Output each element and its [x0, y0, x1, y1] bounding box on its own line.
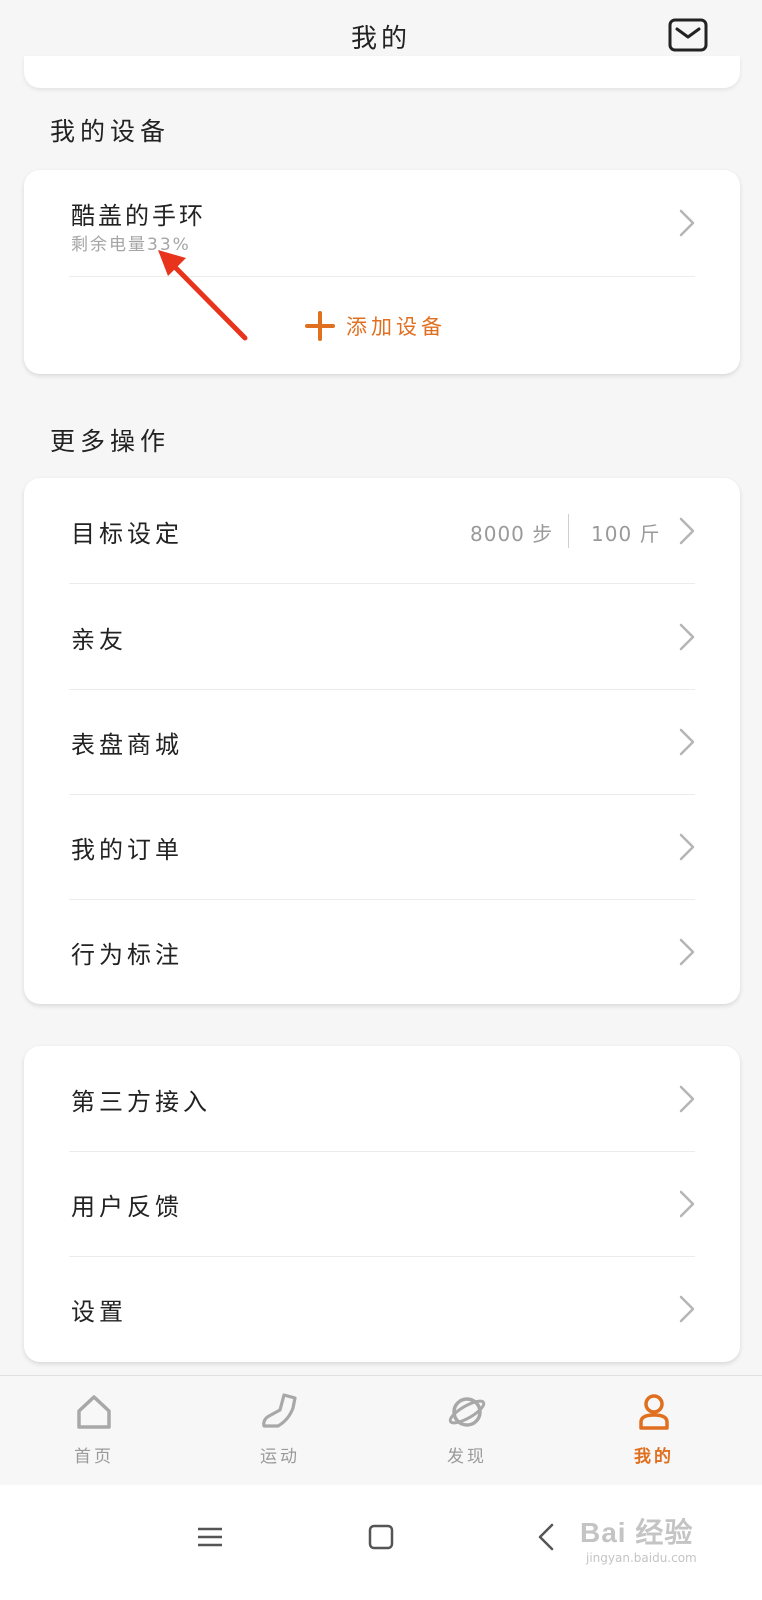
row-label: 用户反馈: [71, 1193, 183, 1221]
page-title: 我的: [350, 24, 411, 54]
row-watchface-store[interactable]: 表盘商城: [24, 689, 740, 795]
system-nav-bar: Bai 经验 jingyan.baidu.com: [0, 1485, 762, 1600]
tab-label: 首页: [74, 1447, 114, 1467]
plus-icon: [305, 311, 335, 341]
extra-actions-card: 第三方接入 用户反馈 设置: [24, 1046, 740, 1362]
chevron-right-icon: [678, 208, 696, 238]
chevron-right-icon: [678, 937, 696, 967]
row-third-party[interactable]: 第三方接入: [24, 1046, 740, 1152]
row-label: 设置: [71, 1298, 127, 1326]
tab-label: 我的: [634, 1447, 674, 1467]
chevron-right-icon: [678, 622, 696, 652]
mail-button[interactable]: [668, 18, 708, 52]
row-friends[interactable]: 亲友: [24, 584, 740, 690]
row-label: 目标设定: [71, 520, 183, 548]
mail-icon: [668, 18, 708, 52]
tab-me[interactable]: 我的: [594, 1376, 714, 1486]
row-goal-setting[interactable]: 目标设定 8000 步 100 斤: [24, 478, 740, 584]
more-actions-card: 目标设定 8000 步 100 斤 亲友 表盘商城 我的订单 行为标注: [24, 478, 740, 1004]
chevron-right-icon: [678, 1294, 696, 1324]
tab-home[interactable]: 首页: [34, 1376, 154, 1486]
device-row[interactable]: 酷盖的手环 剩余电量33%: [24, 170, 740, 276]
row-label: 亲友: [71, 626, 127, 654]
watermark: Bai 经验 jingyan.baidu.com: [580, 1515, 710, 1585]
divider: [69, 276, 695, 277]
device-name: 酷盖的手环: [71, 202, 206, 230]
header: 我的: [0, 0, 762, 88]
more-section-title: 更多操作: [50, 427, 171, 456]
profile-page: 我的 我的设备 酷盖的手环 剩余电量33% 添加设备 更多操作 目标设定 800…: [0, 0, 762, 1600]
person-icon: [634, 1392, 674, 1432]
previous-card-edge: [24, 56, 740, 88]
watermark-brand: Bai 经验: [580, 1517, 694, 1548]
tab-discover[interactable]: 发现: [407, 1376, 527, 1486]
row-settings[interactable]: 设置: [24, 1256, 740, 1362]
watermark-url: jingyan.baidu.com: [586, 1551, 697, 1565]
tab-label: 发现: [447, 1447, 487, 1467]
device-section-title: 我的设备: [50, 117, 171, 146]
device-battery: 剩余电量33%: [71, 235, 191, 255]
value-separator: [568, 514, 569, 548]
row-label: 表盘商城: [71, 731, 183, 759]
shoe-icon: [260, 1392, 300, 1432]
chevron-right-icon: [678, 727, 696, 757]
tab-sport[interactable]: 运动: [220, 1376, 340, 1486]
chevron-right-icon: [678, 516, 696, 546]
add-device-button[interactable]: 添加设备: [304, 306, 446, 346]
bottom-tab-bar: 首页 运动 发现 我的: [0, 1375, 762, 1485]
back-button[interactable]: [530, 1519, 566, 1555]
menu-icon: [198, 1527, 222, 1547]
planet-icon: [447, 1392, 487, 1432]
row-behavior-tagging[interactable]: 行为标注: [24, 899, 740, 1005]
goal-weight-value: 100 斤: [591, 522, 661, 546]
row-label: 行为标注: [71, 941, 183, 969]
device-card: 酷盖的手环 剩余电量33% 添加设备: [24, 170, 740, 374]
goal-steps-value: 8000 步: [470, 522, 554, 546]
tab-label: 运动: [260, 1447, 300, 1467]
square-icon: [368, 1524, 394, 1550]
add-device-label: 添加设备: [346, 315, 446, 339]
recent-apps-button[interactable]: [192, 1519, 228, 1555]
home-button[interactable]: [363, 1519, 399, 1555]
home-icon: [74, 1392, 114, 1432]
row-label: 我的订单: [71, 836, 183, 864]
chevron-right-icon: [678, 1084, 696, 1114]
back-icon: [538, 1523, 554, 1551]
chevron-right-icon: [678, 832, 696, 862]
row-user-feedback[interactable]: 用户反馈: [24, 1151, 740, 1257]
row-label: 第三方接入: [71, 1088, 211, 1116]
row-my-orders[interactable]: 我的订单: [24, 794, 740, 900]
chevron-right-icon: [678, 1189, 696, 1219]
